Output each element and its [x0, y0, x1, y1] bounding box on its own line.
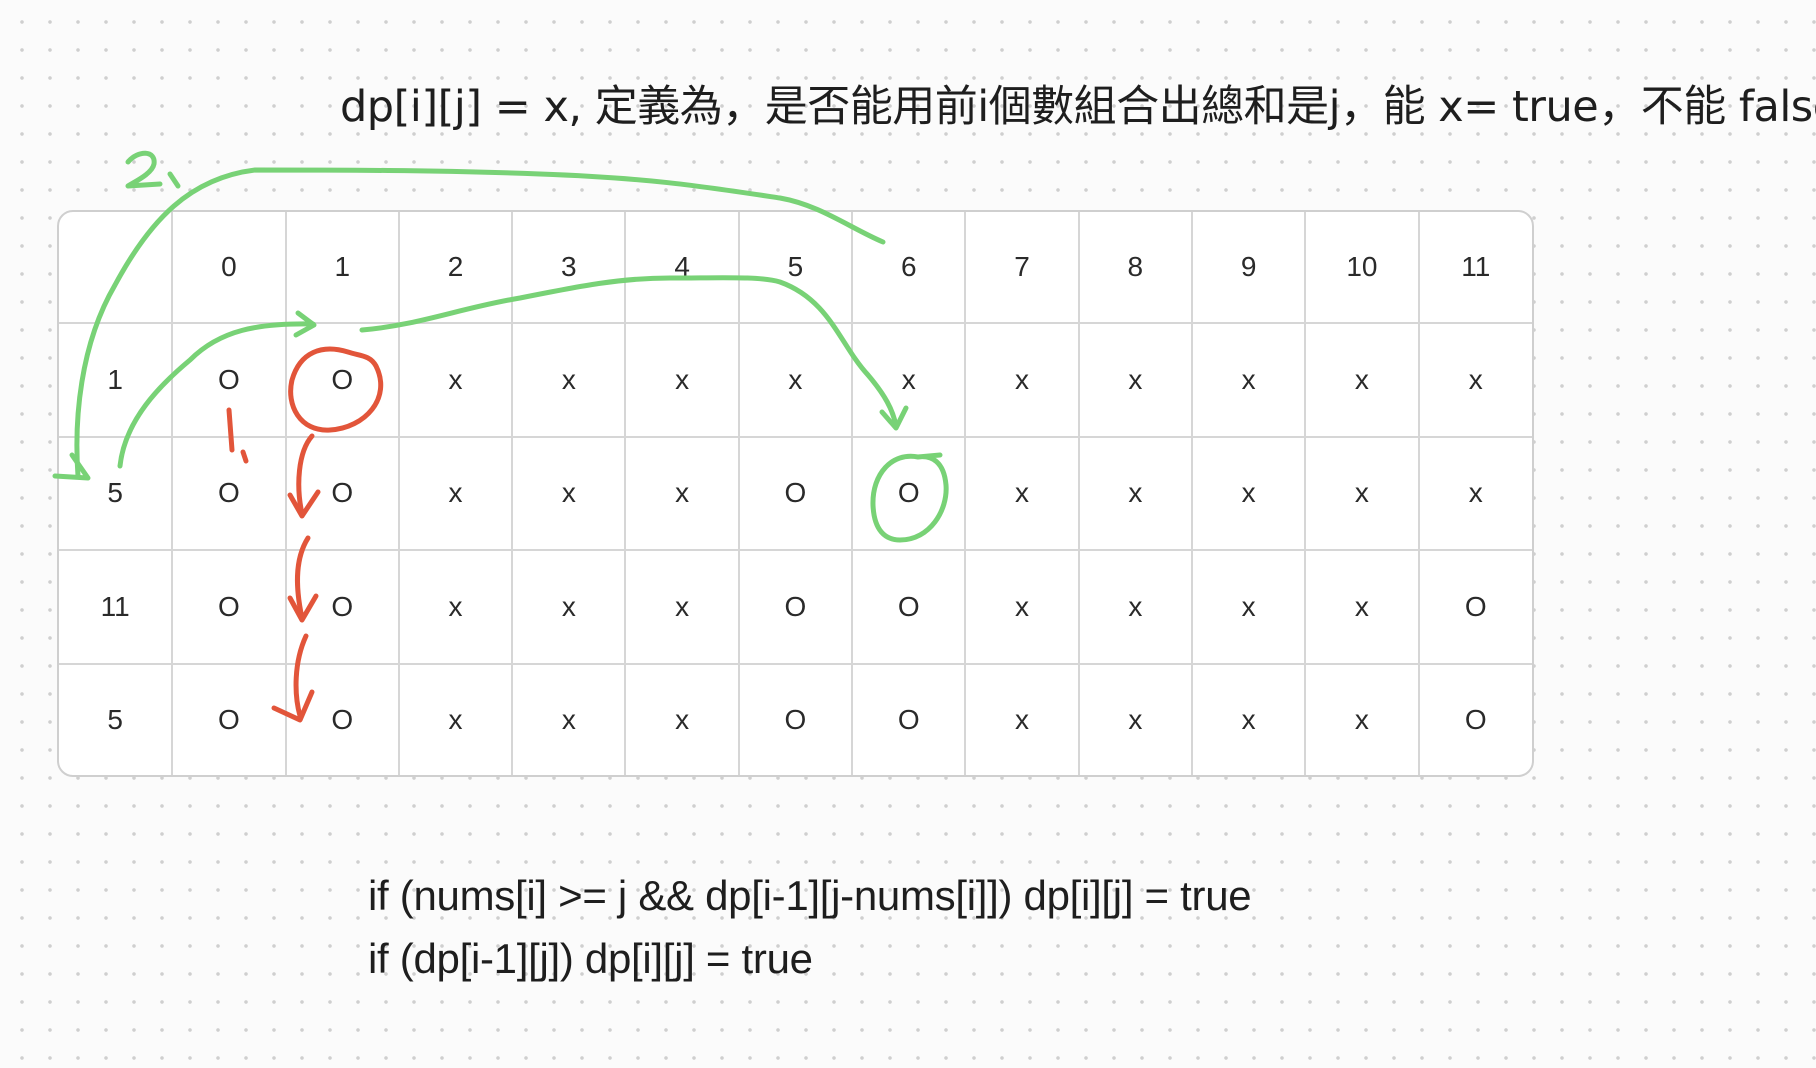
formula-line-2: if (dp[i-1][j]) dp[i][j] = true	[368, 935, 813, 982]
table-cell: O	[1417, 663, 1532, 775]
column-header-cell: 3	[511, 212, 627, 324]
table-cell: O	[171, 549, 287, 666]
column-header-cell: 7	[964, 212, 1080, 324]
table-cell: x	[1304, 663, 1420, 775]
table-cell: x	[624, 435, 740, 552]
table-header-row: 0 1 2 3 4 5 6 7 8 9 10 11	[59, 212, 1532, 324]
whiteboard-canvas[interactable]: dp[i][j] = x, 定義為，是否能用前i個數組合出總和是j，能 x= t…	[0, 0, 1816, 1068]
table-cell: x	[1190, 435, 1307, 552]
table-cell: x	[1190, 549, 1307, 666]
dp-definition-text: dp[i][j] = x, 定義為，是否能用前i個數組合出總和是j，能 x= t…	[340, 82, 1816, 132]
table-cell: x	[511, 435, 627, 552]
table-cell: x	[1077, 663, 1193, 775]
table-cell: x	[624, 321, 740, 438]
table-cell: O	[284, 435, 400, 552]
table-cell: O	[284, 663, 400, 775]
table-cell: x	[964, 663, 1080, 775]
row-label-cell: 1	[59, 321, 174, 438]
table-cell: x	[964, 549, 1080, 666]
column-header-cell: 4	[624, 212, 740, 324]
table-cell: x	[737, 321, 854, 438]
table-cell: x	[624, 549, 740, 666]
table-cell: x	[1190, 321, 1307, 438]
column-header-cell: 9	[1190, 212, 1307, 324]
column-header-cell: 5	[737, 212, 854, 324]
table-cell: x	[1077, 321, 1193, 438]
row-label-cell: 5	[59, 663, 174, 775]
green-label-2	[125, 150, 181, 189]
column-header-cell: 8	[1077, 212, 1193, 324]
table-cell: x	[511, 663, 627, 775]
table-cell: O	[284, 321, 400, 438]
table-corner-cell	[59, 212, 174, 324]
column-header-cell: 10	[1304, 212, 1420, 324]
table-cell: x	[964, 321, 1080, 438]
table-cell: O	[851, 435, 967, 552]
table-cell: x	[397, 321, 514, 438]
column-header-cell: 1	[284, 212, 400, 324]
table-cell: O	[1417, 549, 1532, 666]
table-cell: O	[737, 663, 854, 775]
table-cell: x	[1417, 321, 1532, 438]
table-cell: x	[511, 549, 627, 666]
table-cell: x	[1190, 663, 1307, 775]
table-cell: x	[1304, 321, 1420, 438]
table-cell: x	[1077, 435, 1193, 552]
table-cell: x	[851, 321, 967, 438]
table-cell: O	[851, 549, 967, 666]
row-label-cell: 5	[59, 435, 174, 552]
table-cell: x	[964, 435, 1080, 552]
dp-table: 0 1 2 3 4 5 6 7 8 9 10 11 1 O Ox x x x x x x x x x 5 O Ox x x O Ox x x x x…	[57, 210, 1534, 777]
table-cell: x	[624, 663, 740, 775]
table-cell: x	[397, 663, 514, 775]
row-label-cell: 11	[59, 549, 174, 666]
table-row: 11 O Ox x x O Ox x x x O	[59, 549, 1532, 666]
table-cell: x	[1304, 549, 1420, 666]
table-cell: O	[737, 549, 854, 666]
table-row: 5OOxxxOOxxxxO	[59, 663, 1532, 775]
table-cell: O	[851, 663, 967, 775]
table-cell: O	[284, 549, 400, 666]
table-row: 5OOxxxOOxxxxx	[59, 435, 1532, 552]
table-cell: x	[511, 321, 627, 438]
column-header-cell: 0	[171, 212, 287, 324]
table-cell: x	[397, 549, 514, 666]
table-cell: x	[1304, 435, 1420, 552]
column-header-cell: 11	[1417, 212, 1532, 324]
formula-line-1: if (nums[i] >= j && dp[i-1][j-nums[i]]) …	[368, 872, 1252, 919]
column-header-cell: 2	[397, 212, 514, 324]
table-cell: O	[171, 321, 287, 438]
table-cell: O	[737, 435, 854, 552]
table-row: 1OOxxxxxxxxxx	[59, 321, 1532, 438]
table-cell: O	[171, 663, 287, 775]
table-cell: x	[397, 435, 514, 552]
column-header-cell: 6	[851, 212, 967, 324]
table-cell: x	[1077, 549, 1193, 666]
table-cell: x	[1417, 435, 1532, 552]
table-cell: O	[171, 435, 287, 552]
